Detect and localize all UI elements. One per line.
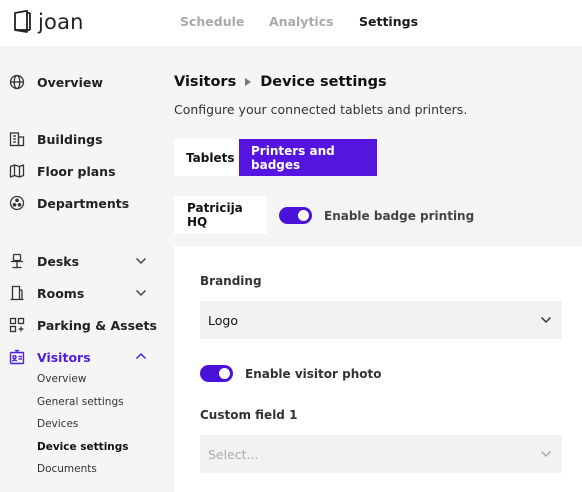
nav-settings[interactable]: Settings (359, 14, 418, 30)
branding-label: Branding (200, 274, 262, 288)
chevron-up-icon[interactable] (134, 349, 148, 363)
custom-field-1-select[interactable]: Select... (200, 435, 562, 473)
sidebar-item-overview[interactable]: Overview (8, 72, 103, 92)
toggle-knob (298, 210, 309, 221)
grid-plus-icon (8, 316, 26, 334)
sidebar-item-label: Parking & Assets (37, 317, 157, 333)
custom-field-1-placeholder: Select... (208, 446, 259, 462)
map-icon (8, 162, 26, 180)
chevron-down-icon (539, 447, 553, 461)
sidebar-item-label: Buildings (37, 131, 103, 147)
sidebar-item-departments[interactable]: Departments (8, 193, 129, 213)
caret-right-icon (245, 78, 252, 86)
custom-field-1-label: Custom field 1 (200, 408, 298, 422)
departments-icon (8, 194, 26, 212)
sidebar-subitem-documents[interactable]: Documents (37, 462, 97, 476)
visitor-photo-toggle[interactable] (200, 365, 233, 382)
toggle-knob (219, 368, 230, 379)
sidebar-item-desks[interactable]: Desks (8, 251, 79, 271)
sidebar-item-rooms[interactable]: Rooms (8, 283, 84, 303)
breadcrumb-device-settings: Device settings (260, 74, 387, 90)
chevron-down-icon (539, 313, 553, 327)
building-icon (8, 130, 26, 148)
sidebar-item-label: Overview (37, 74, 103, 90)
globe-icon (8, 73, 26, 91)
branding-select[interactable]: Logo (200, 301, 562, 339)
nav-analytics[interactable]: Analytics (269, 14, 334, 30)
tab-printers-and-badges[interactable]: Printers and badges (239, 139, 377, 176)
badge-printing-label: Enable badge printing (324, 209, 475, 223)
sidebar-subitem-devices[interactable]: Devices (37, 417, 78, 431)
page-subtitle: Configure your connected tablets and pri… (174, 102, 468, 117)
sidebar-item-label: Visitors (37, 349, 91, 365)
sidebar-subitem-general-settings[interactable]: General settings (37, 395, 124, 409)
nav-schedule[interactable]: Schedule (180, 14, 244, 30)
top-bar: joan Schedule Analytics Settings (0, 0, 582, 46)
sidebar-item-parking-assets[interactable]: Parking & Assets (8, 315, 157, 335)
joan-logo[interactable]: joan (12, 8, 84, 36)
breadcrumb: Visitors Device settings (174, 72, 387, 92)
sidebar-subitem-overview[interactable]: Overview (37, 372, 86, 386)
sidebar-item-buildings[interactable]: Buildings (8, 129, 103, 149)
chevron-down-icon[interactable] (134, 254, 148, 268)
desk-chair-icon (8, 252, 26, 270)
breadcrumb-visitors[interactable]: Visitors (174, 72, 236, 92)
badge-printing-toggle[interactable] (279, 207, 312, 224)
sidebar-subitem-device-settings[interactable]: Device settings (37, 440, 129, 454)
visitor-badge-icon (8, 348, 26, 366)
chevron-down-icon[interactable] (134, 286, 148, 300)
sidebar-item-label: Desks (37, 253, 80, 269)
sidebar-item-label: Floor plans (37, 163, 116, 179)
sidebar-item-floor-plans[interactable]: Floor plans (8, 161, 116, 181)
branding-select-value: Logo (208, 312, 238, 328)
sidebar-item-label: Departments (37, 195, 130, 211)
door-icon (8, 284, 26, 302)
sidebar-item-visitors[interactable]: Visitors (8, 347, 91, 367)
joan-logo-icon (12, 10, 32, 34)
location-chip[interactable]: Patricija HQ (174, 196, 267, 234)
sidebar-item-label: Rooms (37, 285, 85, 301)
visitor-photo-label: Enable visitor photo (245, 367, 382, 381)
tab-tablets[interactable]: Tablets (174, 139, 239, 176)
logo-text: joan (38, 10, 84, 34)
